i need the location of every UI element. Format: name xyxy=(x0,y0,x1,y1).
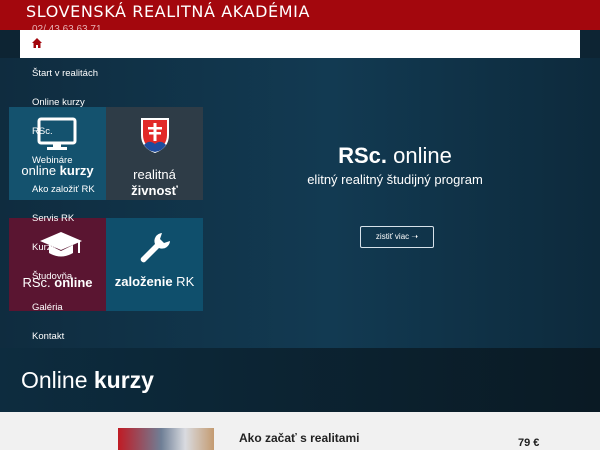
tile-label: založenie RK xyxy=(114,274,195,289)
menu-item-rsc[interactable]: RSc. xyxy=(32,126,53,137)
tile-label: realitná xyxy=(133,167,176,182)
menu-item-galeria[interactable]: Galéria xyxy=(32,302,63,313)
course-price: 79 € xyxy=(518,437,540,449)
hero-subtitle: elitný realitný študijný program xyxy=(307,172,483,187)
nav-bar xyxy=(20,30,580,58)
menu-item-ako-zalozit-rk[interactable]: Ako založiť RK xyxy=(32,184,95,195)
menu-item-start[interactable]: Štart v realitách xyxy=(32,68,98,79)
menu-item-studovna[interactable]: Študovňa xyxy=(32,271,72,282)
hero-title: RSc. online xyxy=(338,143,452,168)
wrench-icon xyxy=(140,233,170,263)
course-title[interactable]: Ako začať s realitami xyxy=(239,431,359,445)
course-thumbnail[interactable] xyxy=(118,428,214,450)
menu-item-online-kurzy[interactable]: Online kurzy xyxy=(32,97,85,108)
menu-item-kontakt[interactable]: Kontakt xyxy=(32,331,64,342)
slovak-crest-icon xyxy=(141,118,169,153)
tile-realitna-zivnost[interactable]: realitná živnosť xyxy=(106,107,203,200)
home-icon[interactable] xyxy=(32,38,42,48)
tile-zalozenie-rk[interactable]: založenie RK xyxy=(106,218,203,311)
site-brand[interactable]: SLOVENSKÁ REALITNÁ AKADÉMIA xyxy=(26,2,310,21)
menu-item-servis-rk[interactable]: Servis RK xyxy=(32,213,74,224)
tile-label-bold: živnosť xyxy=(131,183,178,198)
section-title: Online kurzy xyxy=(21,367,154,393)
tile-rsc-online[interactable]: RSc. online xyxy=(9,218,106,311)
menu-item-webinare[interactable]: Webináre xyxy=(32,155,73,166)
top-bar: SLOVENSKÁ REALITNÁ AKADÉMIA 02/ 43 63 63… xyxy=(0,0,600,35)
menu-item-kurzy[interactable]: Kurzy xyxy=(32,242,56,253)
learn-more-button[interactable]: zistiť viac ➝ xyxy=(360,226,434,248)
